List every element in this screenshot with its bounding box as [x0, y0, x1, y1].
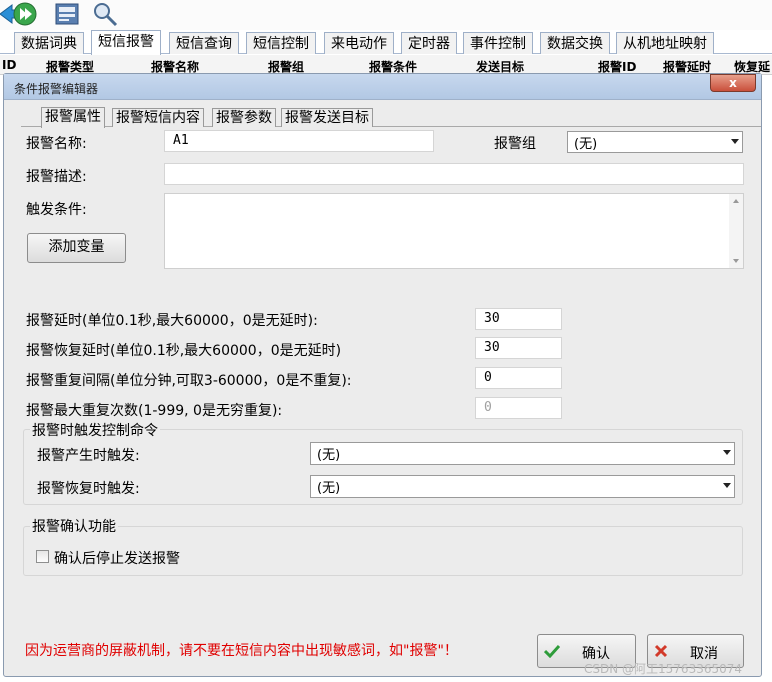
- alarm-confirm-group-title: 报警确认功能: [30, 516, 118, 536]
- magnifier-icon[interactable]: [90, 1, 120, 27]
- alarm-name-label: 报警名称:: [26, 136, 87, 152]
- checkmark-icon: [544, 644, 560, 658]
- alarm-description-input[interactable]: [164, 163, 744, 185]
- max-repeat-count-input[interactable]: 0: [475, 397, 562, 419]
- max-repeat-count-label: 报警最大重复次数(1-999, 0是无穷重复):: [26, 403, 283, 419]
- add-variable-button[interactable]: 添加变量: [27, 233, 126, 263]
- forward-arrow-icon[interactable]: [10, 1, 40, 27]
- tab-alarm-send-target[interactable]: 报警发送目标: [281, 108, 373, 127]
- on-restore-trigger-select[interactable]: (无): [310, 475, 735, 498]
- alarm-name-input[interactable]: A1: [164, 130, 434, 152]
- alarm-group-value: (无): [574, 137, 598, 152]
- repeat-interval-input[interactable]: 0: [475, 367, 562, 389]
- close-icon: [654, 644, 668, 658]
- tab-data-exchange[interactable]: 数据交换: [540, 32, 610, 54]
- scroll-up-icon[interactable]: [733, 199, 739, 203]
- alarm-group-label: 报警组: [494, 136, 536, 152]
- tab-timer[interactable]: 定时器: [401, 32, 457, 54]
- stop-after-confirm-label[interactable]: 确认后停止发送报警: [54, 548, 180, 568]
- on-alarm-trigger-select[interactable]: (无): [310, 442, 735, 465]
- on-restore-trigger-label: 报警恢复时触发:: [37, 481, 140, 497]
- condition-alarm-editor-dialog: 条件报警编辑器 x 报警属性 报警短信内容 报警参数 报警发送目标 报警名称: …: [3, 73, 762, 677]
- watermark: CSDN @阿工15763365074: [584, 662, 743, 676]
- main-tab-strip: 数据词典 短信报警 短信查询 短信控制 来电动作 定时器 事件控制 数据交换 从…: [0, 30, 772, 55]
- chevron-down-icon: [723, 483, 731, 488]
- stop-after-confirm-checkbox[interactable]: [36, 550, 49, 563]
- tab-alarm-sms-content[interactable]: 报警短信内容: [112, 108, 204, 127]
- tab-event-control[interactable]: 事件控制: [463, 32, 533, 54]
- tab-slave-address-map[interactable]: 从机地址映射: [616, 32, 714, 54]
- tab-sms-query[interactable]: 短信查询: [169, 32, 239, 54]
- trigger-condition-label: 触发条件:: [26, 202, 87, 218]
- repeat-interval-label: 报警重复间隔(单位分钟,可取3-60000，0是不重复):: [26, 373, 352, 389]
- vertical-scrollbar[interactable]: [729, 194, 743, 268]
- dialog-title: 条件报警编辑器: [14, 82, 99, 96]
- tab-alarm-parameters[interactable]: 报警参数: [212, 108, 276, 127]
- col-id[interactable]: ID: [2, 58, 16, 72]
- restore-delay-input[interactable]: 30: [475, 337, 562, 359]
- on-alarm-trigger-label: 报警产生时触发:: [37, 448, 140, 464]
- tab-sms-control[interactable]: 短信控制: [246, 32, 316, 54]
- chevron-down-icon: [731, 139, 739, 144]
- dialog-title-bar[interactable]: 条件报警编辑器: [4, 74, 761, 100]
- sensitive-word-warning: 因为运营商的屏蔽机制，请不要在短信内容中出现敏感词，如"报警"！: [25, 643, 458, 659]
- on-alarm-trigger-value: (无): [317, 448, 341, 463]
- on-restore-trigger-value: (无): [317, 481, 341, 496]
- restore-delay-label: 报警恢复延时(单位0.1秒,最大60000，0是无延时): [26, 343, 342, 359]
- trigger-control-command-group-title: 报警时触发控制命令: [30, 420, 160, 440]
- chevron-down-icon: [723, 450, 731, 455]
- alarm-delay-input[interactable]: 30: [475, 308, 562, 330]
- close-button[interactable]: x: [710, 74, 756, 92]
- tab-call-action[interactable]: 来电动作: [324, 32, 394, 54]
- alarm-grid-header: ID 报警类型 报警名称 报警组 报警条件 发送目标 报警ID 报警延时 恢复延: [0, 55, 772, 75]
- alarm-description-label: 报警描述:: [26, 169, 87, 185]
- alarm-delay-label: 报警延时(单位0.1秒,最大60000，0是无延时):: [26, 313, 318, 329]
- tab-alarm-properties[interactable]: 报警属性: [41, 107, 105, 128]
- tab-data-dictionary[interactable]: 数据词典: [14, 32, 84, 54]
- dialog-tab-strip: 报警属性 报警短信内容 报警参数 报警发送目标: [21, 107, 761, 128]
- scroll-down-icon[interactable]: [733, 259, 739, 263]
- toolbar: [0, 0, 772, 30]
- trigger-condition-textarea[interactable]: [164, 193, 744, 269]
- tab-sms-alarm[interactable]: 短信报警: [91, 30, 161, 55]
- alarm-group-select[interactable]: (无): [567, 131, 743, 153]
- printer-icon[interactable]: [52, 1, 82, 27]
